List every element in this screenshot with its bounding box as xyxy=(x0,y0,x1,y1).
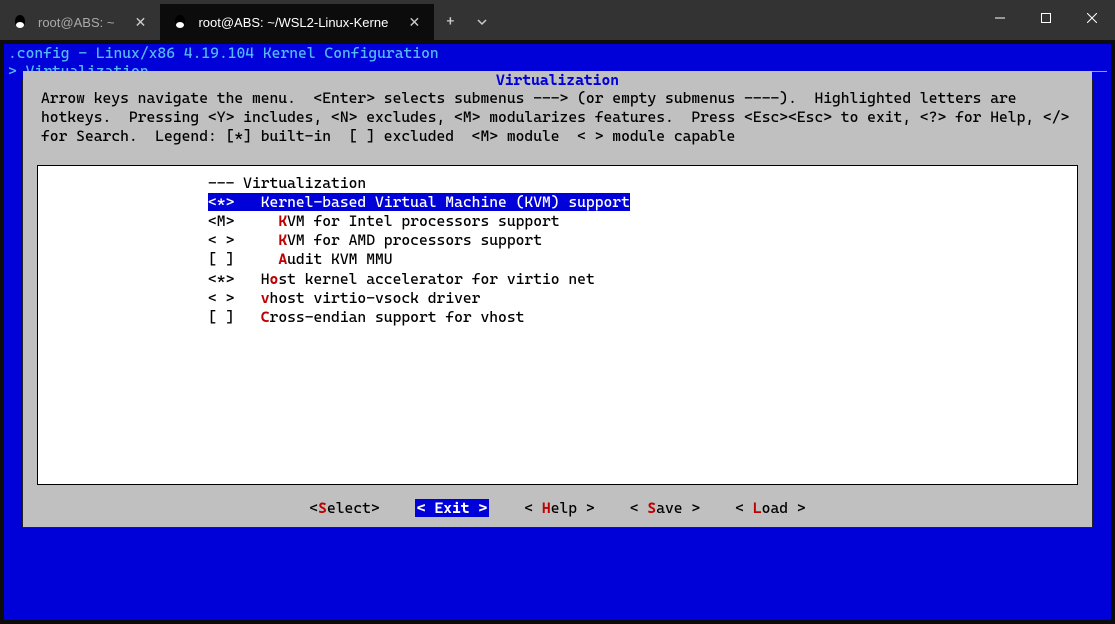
chevron-down-icon xyxy=(476,16,488,28)
minimize-button[interactable] xyxy=(977,0,1023,36)
load-button[interactable]: < Load > xyxy=(735,499,805,517)
tab-0[interactable]: root@ABS: ~ ✕ xyxy=(0,4,160,40)
tux-icon xyxy=(12,14,28,30)
maximize-button[interactable] xyxy=(1023,0,1069,36)
tab-0-title: root@ABS: ~ xyxy=(38,15,114,30)
tab-1[interactable]: root@ABS: ~/WSL2-Linux-Kerne ✕ xyxy=(160,4,434,40)
close-icon[interactable]: ✕ xyxy=(406,14,422,31)
menu-item[interactable]: < > KVM for AMD processors support xyxy=(38,231,1077,250)
menu-item[interactable]: < > vhost virtio-vsock driver xyxy=(38,289,1077,308)
menu-item[interactable]: --- Virtualization xyxy=(38,174,1077,193)
menu-item-selected[interactable]: <*> Kernel-based Virtual Machine (KVM) s… xyxy=(38,193,1077,212)
tab-dropdown-button[interactable] xyxy=(466,4,498,40)
help-text: Arrow keys navigate the menu. <Enter> se… xyxy=(23,89,1092,159)
new-tab-button[interactable]: + xyxy=(434,4,466,40)
menuconfig-dialog: Virtualization Arrow keys navigate the m… xyxy=(22,80,1093,528)
select-button[interactable]: <Select> xyxy=(309,499,379,517)
menu-list[interactable]: --- Virtualization <*> Kernel-based Virt… xyxy=(37,165,1078,485)
tux-icon xyxy=(172,14,188,30)
dialog-title-text: Virtualization xyxy=(492,71,623,89)
menu-item[interactable]: <*> Host kernel accelerator for virtio n… xyxy=(38,270,1077,289)
exit-button[interactable]: < Exit > xyxy=(415,499,489,517)
menu-item[interactable]: [ ] Cross-endian support for vhost xyxy=(38,308,1077,327)
terminal-area: .config - Linux/x86 4.19.104 Kernel Conf… xyxy=(0,40,1115,624)
maximize-icon xyxy=(1041,13,1051,23)
menu-item[interactable]: [ ] Audit KVM MMU xyxy=(38,250,1077,269)
minimize-icon xyxy=(995,13,1005,23)
tab-1-title: root@ABS: ~/WSL2-Linux-Kerne xyxy=(198,15,388,30)
menuconfig-frame: .config - Linux/x86 4.19.104 Kernel Conf… xyxy=(4,44,1111,620)
config-title: .config - Linux/x86 4.19.104 Kernel Conf… xyxy=(4,44,1111,62)
save-button[interactable]: < Save > xyxy=(630,499,700,517)
title-bar: root@ABS: ~ ✕ root@ABS: ~/WSL2-Linux-Ker… xyxy=(0,0,1115,40)
close-icon xyxy=(1087,13,1097,23)
close-icon[interactable]: ✕ xyxy=(132,14,148,31)
button-bar: <Select> < Exit > < Help > < Save > < Lo… xyxy=(23,495,1092,527)
tab-strip: root@ABS: ~ ✕ root@ABS: ~/WSL2-Linux-Ker… xyxy=(0,4,434,40)
menu-item[interactable]: <M> KVM for Intel processors support xyxy=(38,212,1077,231)
close-window-button[interactable] xyxy=(1069,0,1115,36)
dialog-title: Virtualization xyxy=(23,71,1092,89)
window-controls xyxy=(977,0,1115,36)
help-button[interactable]: < Help > xyxy=(524,499,594,517)
